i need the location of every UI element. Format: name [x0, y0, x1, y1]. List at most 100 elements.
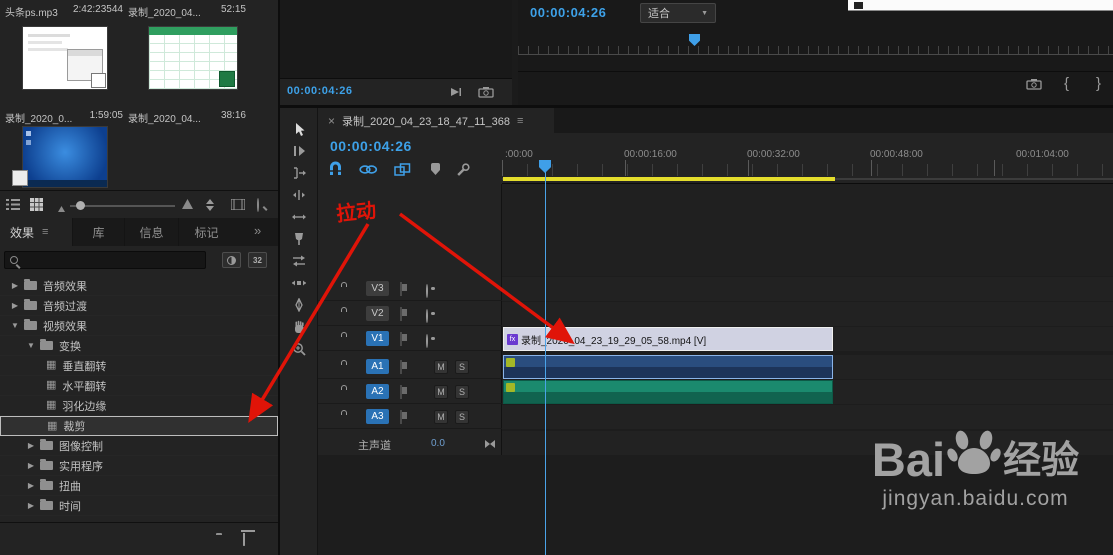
- timeline-tab[interactable]: × 录制_2020_04_23_18_47_11_368 ≡: [318, 108, 554, 133]
- zoom-tool[interactable]: [280, 338, 318, 360]
- effects-search-box[interactable]: [4, 251, 206, 269]
- track-badge-v1[interactable]: V1: [366, 331, 389, 346]
- effects-tree-item-audio-effects[interactable]: ▶ 音频效果: [0, 276, 278, 296]
- solo-button[interactable]: S: [455, 360, 469, 374]
- timeline-clip-video[interactable]: fx 录制_2020_04_23_19_29_05_58.mp4 [V]: [503, 327, 833, 351]
- effects-tree-item-utility[interactable]: ▶ 实用程序: [0, 456, 278, 476]
- media-thumbnail[interactable]: [22, 26, 108, 90]
- effects-tree-item-crop[interactable]: ▦ 裁剪: [0, 416, 278, 436]
- hand-tool[interactable]: [280, 316, 318, 338]
- twirl-right-icon[interactable]: ▶: [10, 301, 20, 310]
- filmstrip-icon[interactable]: [230, 198, 246, 213]
- effects-tree-item-image-control[interactable]: ▶ 图像控制: [0, 436, 278, 456]
- tab-library[interactable]: 库: [72, 218, 124, 246]
- icon-view-button[interactable]: [30, 198, 43, 214]
- twirl-right-icon[interactable]: ▶: [26, 441, 36, 450]
- rolling-edit-tool[interactable]: [280, 184, 318, 206]
- tab-info[interactable]: 信息: [124, 218, 178, 246]
- zoom-out-icon[interactable]: [58, 203, 65, 215]
- twirl-down-icon[interactable]: ▼: [10, 321, 20, 330]
- effects-tree-item-horizontal-flip[interactable]: ▦ 水平翻转: [0, 376, 278, 396]
- lift-button[interactable]: {: [1064, 75, 1069, 92]
- project-item-label[interactable]: 录制_2020_0... 1:59:05: [5, 110, 123, 125]
- project-item-label[interactable]: 录制_2020_04... 52:15: [128, 4, 246, 19]
- pen-tool[interactable]: [280, 294, 318, 316]
- solo-button[interactable]: S: [455, 385, 469, 399]
- list-view-button[interactable]: [6, 199, 20, 213]
- source-timecode[interactable]: 00:00:04:26: [287, 85, 352, 97]
- more-tabs-chevron-icon[interactable]: »: [254, 223, 261, 238]
- tab-effects[interactable]: 效果 ≡: [0, 218, 72, 246]
- selection-tool[interactable]: [280, 118, 318, 140]
- twirl-right-icon[interactable]: ▶: [26, 481, 36, 490]
- find-icon[interactable]: [257, 198, 259, 212]
- play-in-out-button[interactable]: [448, 86, 462, 101]
- source-patch-icon[interactable]: [400, 360, 402, 374]
- linked-selection-icon[interactable]: [359, 164, 378, 178]
- program-scrubber[interactable]: [518, 46, 1113, 55]
- slip-tool[interactable]: [280, 250, 318, 272]
- track-badge-v2[interactable]: V2: [366, 306, 389, 321]
- pan-icon[interactable]: [484, 439, 496, 452]
- track-badge-a3[interactable]: A3: [366, 409, 389, 424]
- timeline-clip-audio-1[interactable]: [503, 355, 833, 379]
- panel-menu-icon[interactable]: ≡: [517, 115, 523, 127]
- tab-markers[interactable]: 标记: [178, 218, 234, 246]
- effects-tree-item-feather-edges[interactable]: ▦ 羽化边缘: [0, 396, 278, 416]
- twirl-right-icon[interactable]: ▶: [10, 281, 20, 290]
- project-item-label[interactable]: 头条ps.mp3 2:42:23544: [5, 4, 123, 19]
- zoom-in-icon[interactable]: [182, 199, 193, 212]
- effects-tree-item-time[interactable]: ▶ 时间: [0, 496, 278, 516]
- thumbnail-slider-track[interactable]: [70, 205, 175, 207]
- mute-button[interactable]: M: [434, 360, 448, 374]
- effects-tree-item-distort[interactable]: ▶ 扭曲: [0, 476, 278, 496]
- solo-button[interactable]: S: [455, 410, 469, 424]
- panel-menu-icon[interactable]: ≡: [42, 226, 48, 238]
- search-input[interactable]: [23, 254, 193, 266]
- twirl-right-icon[interactable]: ▶: [26, 461, 36, 470]
- timeline-settings-wrench-icon[interactable]: [456, 163, 470, 180]
- toggle-track-output-icon[interactable]: [426, 309, 428, 323]
- effects-tree-item-video-effects[interactable]: ▼ 视频效果: [0, 316, 278, 336]
- snap-icon[interactable]: [328, 161, 343, 179]
- playhead-line[interactable]: [545, 160, 546, 555]
- export-frame-icon[interactable]: [478, 86, 494, 101]
- effects-tree-item-vertical-flip[interactable]: ▦ 垂直翻转: [0, 356, 278, 376]
- ripple-edit-tool[interactable]: [280, 162, 318, 184]
- effects-tree-item-transform[interactable]: ▼ 变换: [0, 336, 278, 356]
- source-patch-icon[interactable]: [400, 307, 402, 321]
- track-badge-a1[interactable]: A1: [366, 359, 389, 374]
- mute-button[interactable]: M: [434, 410, 448, 424]
- thumbnail-slider-handle[interactable]: [76, 201, 85, 210]
- extract-button[interactable]: }: [1096, 75, 1101, 92]
- program-timecode[interactable]: 00:00:04:26: [530, 5, 606, 20]
- toggle-track-output-icon[interactable]: [426, 284, 428, 298]
- trash-icon[interactable]: [243, 533, 245, 546]
- track-badge-a2[interactable]: A2: [366, 384, 389, 399]
- program-playhead-handle[interactable]: [689, 34, 700, 46]
- track-badge-v3[interactable]: V3: [366, 281, 389, 296]
- time-ruler[interactable]: :00:00 00:00:16:00 00:00:32:00 00:00:48:…: [502, 133, 1113, 184]
- media-thumbnail[interactable]: [22, 126, 108, 188]
- source-patch-icon[interactable]: [400, 282, 402, 296]
- master-volume-value[interactable]: 0.0: [431, 438, 445, 449]
- track-lane-v2[interactable]: [502, 302, 1113, 326]
- zoom-level-select[interactable]: 适合 ▼: [640, 3, 716, 23]
- source-patch-icon[interactable]: [400, 385, 402, 399]
- add-marker-icon[interactable]: [431, 163, 440, 175]
- project-item-label[interactable]: 录制_2020_04... 38:16: [128, 110, 246, 125]
- track-select-tool[interactable]: [280, 140, 318, 162]
- razor-tool[interactable]: [280, 228, 318, 250]
- source-patch-icon[interactable]: [400, 332, 402, 346]
- accelerated-effects-filter-icon[interactable]: [222, 252, 241, 268]
- close-icon[interactable]: ×: [328, 114, 335, 128]
- timeline-timecode[interactable]: 00:00:04:26: [330, 138, 412, 154]
- twirl-down-icon[interactable]: ▼: [26, 341, 36, 350]
- toggle-track-output-icon[interactable]: [426, 334, 428, 348]
- media-thumbnail[interactable]: [148, 26, 238, 90]
- twirl-right-icon[interactable]: ▶: [26, 501, 36, 510]
- work-area-bar[interactable]: [503, 177, 835, 181]
- export-frame-icon[interactable]: [1026, 78, 1042, 93]
- bit-depth-filter-icon[interactable]: 32: [248, 252, 267, 268]
- nest-source-icon[interactable]: [394, 163, 411, 179]
